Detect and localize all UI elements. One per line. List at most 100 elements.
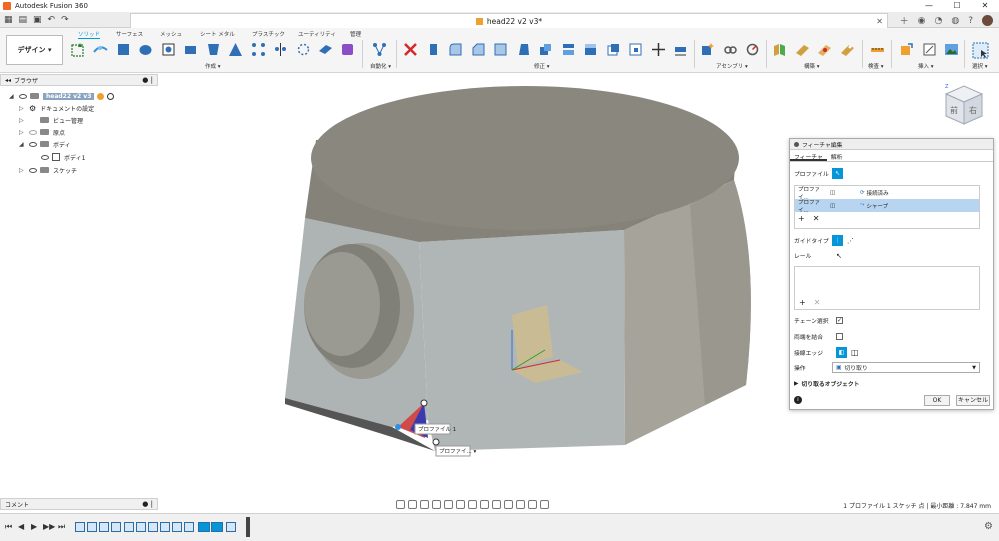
thicken-icon[interactable] — [318, 42, 333, 57]
timeline-item[interactable] — [111, 522, 121, 532]
assemble-group-label[interactable]: アセンブリ ▾ — [716, 62, 748, 70]
display-settings-icon[interactable] — [456, 500, 465, 509]
minimize-button[interactable]: — — [915, 0, 943, 12]
shaded-edges-icon[interactable] — [504, 500, 513, 509]
insert-mesh-icon[interactable] — [922, 42, 937, 57]
browser-pin-icon[interactable]: ● | — [142, 76, 153, 84]
automate-icon[interactable] — [372, 42, 387, 57]
align-icon[interactable] — [673, 42, 688, 57]
hidden-edges-icon[interactable] — [528, 500, 537, 509]
wireframe-icon[interactable] — [516, 500, 525, 509]
measure-icon[interactable] — [870, 42, 885, 57]
circular-pattern-icon[interactable] — [296, 42, 311, 57]
timeline-item[interactable] — [87, 522, 97, 532]
timeline-marker[interactable] — [246, 517, 250, 537]
chain-select-checkbox[interactable]: ✓ — [836, 317, 843, 324]
model-top-face[interactable] — [311, 86, 739, 230]
form-icon[interactable] — [93, 42, 108, 57]
timeline-item[interactable] — [99, 522, 109, 532]
orbit-icon[interactable] — [396, 500, 405, 509]
extensions-icon[interactable]: ◉ — [918, 16, 926, 26]
tangent-merge-button[interactable]: ◧ — [836, 347, 847, 358]
add-profile-button[interactable]: + — [798, 214, 805, 223]
objects-to-cut-row[interactable]: ▶ 切り取るオブジェクト — [794, 379, 859, 389]
grid-menu-icon[interactable]: ▦ — [4, 15, 13, 25]
pan-icon[interactable] — [420, 500, 429, 509]
operation-select[interactable]: ▣ 切り取り ▼ — [832, 362, 980, 373]
midplane-icon[interactable] — [840, 42, 855, 57]
insert-canvas-icon[interactable] — [944, 42, 959, 57]
guide-rails-button[interactable]: ⋮ — [832, 235, 843, 246]
undo-icon[interactable]: ↶ — [48, 15, 56, 25]
close-window-button[interactable]: ✕ — [971, 0, 999, 12]
shell-icon[interactable] — [493, 42, 508, 57]
chamfer-icon[interactable] — [471, 42, 486, 57]
collapse-icon[interactable]: ◂◂ — [5, 77, 11, 84]
loft-icon[interactable] — [183, 42, 198, 57]
new-tab-icon[interactable]: ＋ — [900, 14, 909, 27]
tab-plastic[interactable]: プラスチック — [252, 30, 285, 38]
create-sketch-icon[interactable] — [71, 42, 86, 57]
tab-analysis[interactable]: 解析 — [827, 150, 847, 161]
inspect-group-label[interactable]: 検査 ▾ — [868, 62, 884, 70]
tab-surface[interactable]: サーフェス — [116, 30, 143, 38]
jobs-icon[interactable]: ◔ — [935, 16, 943, 26]
timeline-item[interactable] — [160, 522, 170, 532]
new-component-icon[interactable] — [700, 42, 715, 57]
select-group-label[interactable]: 選択 ▾ — [972, 62, 988, 70]
timeline-settings-gear-icon[interactable]: ⚙ — [984, 521, 993, 532]
insert-derive-icon[interactable] — [899, 42, 914, 57]
dialog-collapse-icon[interactable] — [794, 141, 799, 147]
delete-icon[interactable] — [403, 42, 418, 57]
avatar[interactable] — [982, 15, 993, 26]
select-icon[interactable] — [972, 42, 989, 59]
view-cube[interactable]: 前 右 Z — [942, 80, 986, 128]
insert-group-label[interactable]: 挿入 ▾ — [918, 62, 934, 70]
mirror-icon[interactable] — [273, 42, 288, 57]
close-tab-icon[interactable]: ✕ — [876, 17, 883, 26]
comments-panel[interactable]: コメント ● | — [0, 498, 158, 510]
timeline-item[interactable] — [184, 522, 194, 532]
move-icon[interactable] — [651, 42, 666, 57]
tab-manage[interactable]: 管理 — [350, 30, 361, 38]
maximize-button[interactable]: ☐ — [943, 0, 971, 12]
timeline-item[interactable] — [226, 522, 236, 532]
workspace-switcher[interactable]: デザイン ▾ — [6, 35, 63, 65]
fit-icon[interactable] — [444, 500, 453, 509]
plane-at-angle-icon[interactable] — [795, 42, 810, 57]
cancel-button[interactable]: キャンセル — [956, 395, 990, 406]
timeline-play-button[interactable]: ▶ — [31, 522, 37, 531]
tab-utility[interactable]: ユーティリティ — [298, 30, 336, 38]
revolve-icon[interactable] — [138, 42, 153, 57]
grid-settings-icon[interactable] — [468, 500, 477, 509]
extrude-icon[interactable] — [116, 42, 131, 57]
timeline-item[interactable] — [124, 522, 134, 532]
add-rail-button[interactable]: + — [799, 298, 806, 307]
fillet-icon[interactable] — [448, 42, 463, 57]
sketch-point[interactable] — [420, 399, 428, 407]
replace-face-icon[interactable] — [583, 42, 598, 57]
timeline-last-button[interactable]: ⏭ — [58, 522, 65, 532]
dialog-title-bar[interactable]: フィーチャ編集 — [790, 139, 993, 150]
modify-group-label[interactable]: 修正 ▾ — [534, 62, 550, 70]
profile-type[interactable]: シャープ — [866, 202, 888, 210]
timeline-first-button[interactable]: ⏮ — [5, 522, 12, 532]
profile-select-button[interactable]: ↖ — [832, 168, 843, 179]
visible-edges-icon[interactable] — [540, 500, 549, 509]
construct-group-label[interactable]: 構築 ▾ — [804, 62, 820, 70]
timeline-item[interactable] — [148, 522, 158, 532]
table-row[interactable]: プロファイ... ◫ ⤳ シャープ — [795, 199, 979, 214]
joint-icon[interactable] — [723, 42, 738, 57]
create-form-icon[interactable] — [340, 42, 355, 57]
info-icon[interactable]: i — [794, 396, 802, 404]
look-at-icon[interactable] — [408, 500, 417, 509]
timeline-next-button[interactable]: ▶▶ — [43, 522, 55, 531]
motion-study-icon[interactable] — [745, 42, 760, 57]
model-boss-face[interactable] — [304, 252, 380, 356]
profile-select-tooltip[interactable]: プロファイ... ▾ — [439, 448, 476, 455]
shaded-icon[interactable] — [492, 500, 501, 509]
save-icon[interactable]: ▣ — [33, 15, 42, 25]
merge-ends-checkbox[interactable] — [836, 333, 843, 340]
split-face-icon[interactable] — [606, 42, 621, 57]
profile-type[interactable]: 接続済み — [867, 189, 889, 197]
